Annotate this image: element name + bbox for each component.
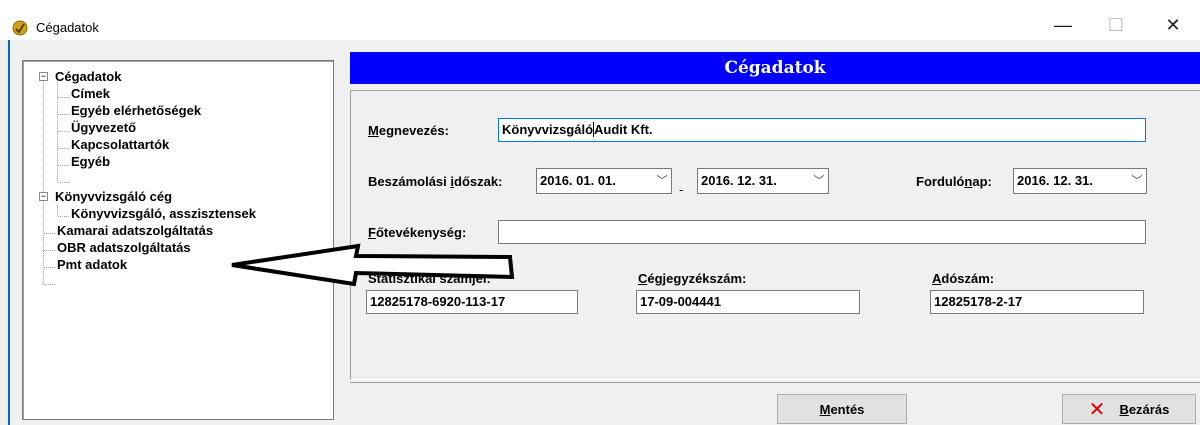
fordulonap-label-b: ap: (972, 174, 992, 189)
fordulonap-picker[interactable]: 2016. 12. 31. ﹀ (1013, 168, 1147, 194)
fotevekenyseg-input[interactable] (498, 220, 1146, 244)
chevron-down-icon[interactable]: ﹀ (812, 169, 826, 193)
page-title: Cégadatok (350, 52, 1200, 84)
tree-item-konyvvizsgalo-ceg[interactable]: Könyvvizsgáló cég (55, 188, 172, 205)
close-button-label: ezárás (1128, 401, 1170, 417)
tree-item-obr-adatszolgaltatas[interactable]: OBR adatszolgáltatás (57, 239, 191, 256)
fordulonap-label: Fordulónap: (916, 174, 992, 189)
cegjegyzek-label-text: égjegyzékszám: (647, 271, 747, 286)
collapse-icon[interactable]: − (39, 192, 48, 201)
close-window-button[interactable]: ✕ (1150, 10, 1196, 40)
megnevezes-label: Megnevezés: (368, 123, 449, 138)
fordulonap-value: 2016. 12. 31. (1017, 173, 1093, 188)
cegjegyzek-label-accel: C (638, 271, 648, 286)
app-icon (12, 20, 28, 36)
minimize-button[interactable]: — (1040, 10, 1086, 40)
adoszam-label-text: dószám: (941, 271, 995, 286)
tree-item-cimek[interactable]: Címek (71, 85, 110, 102)
fotevekenyseg-label: Főtevékenység: (368, 225, 466, 240)
close-button[interactable]: ✕ Bezárás (1062, 394, 1196, 424)
client-area: − Cégadatok Címek Egyéb elérhetőségek Üg… (0, 40, 1200, 425)
megnevezes-input[interactable]: KönyvvizsgálóAudit Kft. (498, 118, 1146, 142)
tree-item-cegadatok[interactable]: Cégadatok (55, 68, 121, 85)
fotevekenyseg-label-accel: F (368, 225, 376, 240)
tree-item-kamarai-adatszolgaltatas[interactable]: Kamarai adatszolgáltatás (57, 222, 213, 239)
tree-item-pmt-adatok[interactable]: Pmt adatok (57, 256, 127, 273)
period-from-value: 2016. 01. 01. (540, 173, 616, 188)
period-to-value: 2016. 12. 31. (701, 173, 777, 188)
tree-item-egyeb[interactable]: Egyéb (71, 153, 110, 170)
period-dash: - (679, 182, 684, 197)
chevron-down-icon[interactable]: ﹀ (1130, 169, 1144, 193)
beszamolasi-label-b: dőszak: (454, 174, 503, 189)
cegjegyzek-label: Cégjegyzékszám: (638, 271, 746, 286)
adoszam-label-accel: A (932, 271, 942, 286)
megnevezes-value-rest: Audit Kft. (594, 122, 653, 137)
navigation-tree[interactable]: − Cégadatok Címek Egyéb elérhetőségek Üg… (22, 60, 334, 420)
close-button-accel: B (1119, 401, 1129, 417)
beszamolasi-label: Beszámolási időszak: (368, 174, 502, 189)
save-button[interactable]: Mentés (777, 394, 907, 424)
cegjegyzek-input[interactable]: 17-09-004441 (636, 290, 860, 314)
tree-item-kapcsolattartok[interactable]: Kapcsolattartók (71, 136, 169, 153)
save-button-accel: M (819, 401, 831, 417)
megnevezes-label-accel: M (368, 123, 379, 138)
statisztikai-input[interactable]: 12825178-6920-113-17 (366, 290, 578, 314)
window-title: Cégadatok (36, 20, 99, 35)
tree-item-konyvvizsgalo-asszisztensek[interactable]: Könyvvizsgáló, asszisztensek (71, 205, 256, 222)
title-bar: Cégadatok — ☐ ✕ (0, 0, 1200, 40)
chevron-down-icon[interactable]: ﹀ (655, 169, 669, 193)
window-border (8, 40, 10, 425)
tree-item-ugyvezeto[interactable]: Ügyvezető (71, 119, 136, 136)
collapse-icon[interactable]: − (39, 72, 48, 81)
tree-item-egyeb-elerhetosegek[interactable]: Egyéb elérhetőségek (71, 102, 201, 119)
statisztikai-label: Statisztikai számjel: (368, 271, 491, 286)
save-button-label: entés (830, 401, 865, 417)
megnevezes-value: Könyvvizsgáló (502, 122, 594, 137)
adoszam-label: Adószám: (932, 271, 994, 286)
beszamolasi-label-a: Beszámolási (368, 174, 451, 189)
maximize-button[interactable]: ☐ (1093, 10, 1139, 40)
adoszam-input[interactable]: 12825178-2-17 (930, 290, 1144, 314)
details-panel: Cégadatok Megnevezés: KönyvvizsgálóAudit… (348, 50, 1200, 425)
period-from-picker[interactable]: 2016. 01. 01. ﹀ (536, 168, 672, 194)
period-to-picker[interactable]: 2016. 12. 31. ﹀ (697, 168, 829, 194)
footer-divider (350, 382, 1200, 383)
fotevekenyseg-label-text: őtevékenység: (375, 225, 467, 240)
fordulonap-label-a: Forduló (916, 174, 965, 189)
megnevezes-label-text: egnevezés: (378, 123, 449, 138)
close-icon: ✕ (1088, 397, 1106, 421)
